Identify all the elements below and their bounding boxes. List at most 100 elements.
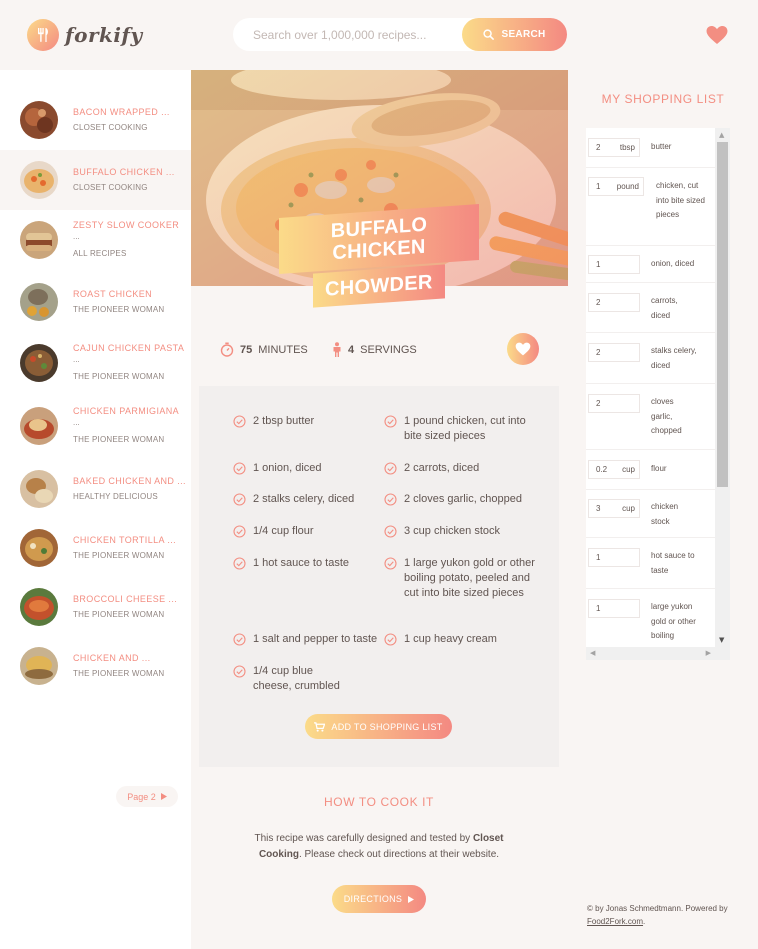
likes-heart-icon[interactable]	[705, 25, 729, 49]
count-value: 3	[596, 504, 601, 513]
ingredient-text: 2 tbsp butter	[253, 415, 315, 427]
shopping-list-vertical-scrollbar[interactable]: ▲ ▼	[715, 128, 730, 660]
result-item-active[interactable]: BUFFALO CHICKEN ... CLOSET COOKING	[0, 150, 191, 210]
result-image	[20, 161, 58, 199]
shopping-item-count[interactable]: 2	[588, 293, 640, 312]
search-button[interactable]: SEARCH	[462, 18, 567, 51]
shopping-item: 1 onion, diced	[586, 246, 715, 283]
scrollbar-thumb[interactable]	[717, 142, 728, 487]
directions-text-post: . Please check out directions at their w…	[298, 849, 500, 860]
ingredient-text: 1 large yukon gold or other boiling pota…	[404, 557, 535, 599]
result-item[interactable]: BACON WRAPPED ... CLOSET COOKING	[0, 90, 191, 150]
shopping-item: 3 cup chicken stock	[586, 490, 715, 538]
scroll-up-arrow-icon[interactable]: ▲	[719, 130, 724, 140]
result-publisher: CLOSET COOKING	[73, 183, 148, 192]
shopping-item-count[interactable]: 1 pound	[588, 177, 644, 196]
ingredient-item: 1 salt and pepper to taste	[233, 632, 383, 647]
result-item[interactable]: BROCCOLI CHEESE ... THE PIONEER WOMAN	[0, 577, 191, 637]
shopping-item: 2 tbsp butter	[586, 128, 715, 168]
food2fork-link[interactable]: Food2Fork.com	[587, 917, 643, 926]
directions-text: This recipe was carefully designed and t…	[239, 831, 519, 863]
shopping-item-description: cloves garlic, chopped	[651, 397, 682, 435]
logo-text: forkify	[65, 23, 143, 47]
result-item[interactable]: BAKED CHICKEN AND ... HEALTHY DELICIOUS	[0, 459, 191, 519]
add-to-shopping-list-button[interactable]: ADD TO SHOPPING LIST	[305, 714, 452, 739]
result-title-ellipsis: ...	[73, 418, 80, 427]
result-image	[20, 221, 58, 259]
recipe-details: 75 MINUTES 4 SERVINGS	[199, 315, 559, 385]
result-publisher: THE PIONEER WOMAN	[73, 372, 165, 381]
check-circle-icon	[384, 415, 397, 428]
result-title: BUFFALO CHICKEN ...	[73, 167, 175, 177]
result-item[interactable]: CHICKEN AND ... THE PIONEER WOMAN	[0, 636, 191, 696]
check-circle-icon	[233, 493, 246, 506]
scroll-left-arrow-icon[interactable]: ◀	[590, 648, 595, 658]
shopping-item-count[interactable]: 1	[588, 599, 640, 618]
copyright: © by Jonas Schmedtmann. Powered by Food2…	[587, 902, 747, 928]
ingredient-text: 1 salt and pepper to taste	[253, 633, 378, 645]
result-title: CHICKEN TORTILLA ...	[73, 535, 177, 545]
ingredient-text: 1 onion, diced	[253, 462, 322, 474]
check-circle-icon	[384, 557, 397, 570]
search-input[interactable]	[253, 18, 443, 51]
result-item[interactable]: ROAST CHICKEN THE PIONEER WOMAN	[0, 272, 191, 332]
scroll-down-arrow-icon[interactable]: ▼	[719, 635, 724, 645]
ingredient-text: 3 cup chicken stock	[404, 525, 500, 537]
next-page-button[interactable]: Page 2	[116, 786, 178, 807]
ingredient-item: 1 pound chicken, cut into bite sized pie…	[384, 414, 534, 444]
header: forkify SEARCH	[0, 0, 758, 70]
shopping-item-count[interactable]: 1	[588, 548, 640, 567]
scroll-right-arrow-icon[interactable]: ▶	[706, 648, 711, 658]
shopping-item-count[interactable]: 0.2 cup	[588, 460, 640, 479]
count-value: 2	[596, 348, 601, 357]
result-title: CAJUN CHICKEN PASTA	[73, 343, 185, 353]
shopping-item: 2 stalks celery, diced	[586, 333, 715, 384]
triangle-right-icon	[408, 895, 415, 903]
shopping-item-description: onion, diced	[651, 259, 695, 268]
result-publisher: HEALTHY DELICIOUS	[73, 492, 158, 501]
recipe-title-line-1: BUFFALO CHICKEN	[279, 204, 479, 274]
next-page-label: Page 2	[127, 791, 156, 802]
shopping-list-scroll[interactable]: 2 tbsp butter 1 pound chicken, cut into bi…	[586, 128, 730, 660]
ingredient-text: 1 pound chicken, cut into bite sized pie…	[404, 415, 526, 442]
result-item[interactable]: CHICKEN TORTILLA ... THE PIONEER WOMAN	[0, 518, 191, 578]
shopping-item-count[interactable]: 2 tbsp	[588, 138, 640, 157]
count-value: 2	[596, 143, 601, 152]
result-item[interactable]: CHICKEN PARMIGIANA ... THE PIONEER WOMAN	[0, 396, 191, 456]
ingredient-text: 1/4 cup blue cheese, crumbled	[253, 665, 340, 692]
result-title-ellipsis: ...	[73, 232, 80, 241]
shopping-item-count[interactable]: 3 cup	[588, 499, 640, 518]
shopping-list: MY SHOPPING LIST 2 tbsp butter 1 pound chi…	[568, 70, 758, 949]
stopwatch-icon	[220, 342, 234, 357]
count-value: 1	[596, 604, 601, 613]
copyright-end: .	[643, 917, 646, 926]
shopping-item-description: chicken, cut into bite sized pieces	[656, 181, 705, 219]
check-circle-icon	[384, 525, 397, 538]
count-value: 2	[596, 399, 601, 408]
recipe-love-button[interactable]	[507, 333, 539, 365]
directions: HOW TO COOK IT This recipe was carefully…	[199, 767, 559, 949]
result-item[interactable]: CAJUN CHICKEN PASTA ... THE PIONEER WOMA…	[0, 333, 191, 393]
shopping-item-count[interactable]: 2	[588, 394, 640, 413]
recipe-servings-count: 4	[348, 343, 355, 356]
directions-button[interactable]: DIRECTIONS	[332, 885, 426, 913]
shopping-item-count[interactable]: 2	[588, 343, 640, 362]
shopping-list-heading: MY SHOPPING LIST	[601, 92, 725, 106]
result-image	[20, 407, 58, 445]
result-item[interactable]: ZESTY SLOW COOKER ... ALL RECIPES	[0, 210, 191, 270]
ingredient-item: 2 cloves garlic, chopped	[384, 492, 534, 507]
check-circle-icon	[233, 415, 246, 428]
ingredient-text: 1 cup heavy cream	[404, 633, 497, 645]
count-unit: cup	[622, 465, 635, 474]
cart-icon	[314, 721, 326, 732]
shopping-list-horizontal-scrollbar[interactable]: ◀ ▶	[586, 647, 715, 660]
logo[interactable]: forkify	[27, 19, 143, 51]
recipe-title-line-2: CHOWDER	[313, 264, 445, 308]
result-title: BAKED CHICKEN AND ...	[73, 476, 186, 486]
shopping-item-count[interactable]: 1	[588, 255, 640, 274]
result-publisher: THE PIONEER WOMAN	[73, 669, 165, 678]
recipe-title: BUFFALO CHICKEN CHOWDER	[279, 204, 479, 308]
shopping-item-description: flour	[651, 464, 667, 473]
shopping-item-description: butter	[651, 142, 672, 151]
search-form: SEARCH	[233, 18, 567, 51]
